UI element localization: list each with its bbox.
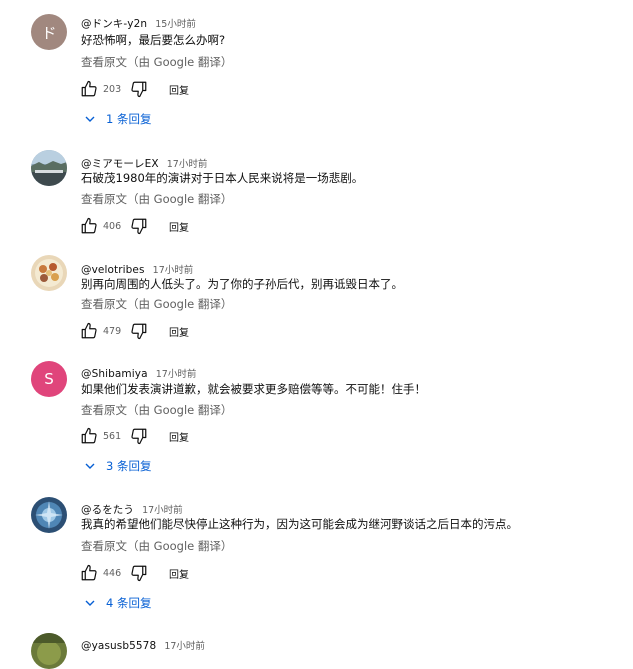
translate-toggle[interactable]: 查看原文（由 Google 翻译）: [81, 54, 232, 70]
thumbs-down-icon: [131, 428, 147, 445]
dislike-button[interactable]: [129, 426, 149, 446]
comment-time[interactable]: 15小时前: [155, 19, 196, 30]
thumbs-up-icon: [81, 322, 97, 339]
translate-toggle[interactable]: 查看原文（由 Google 翻译）: [81, 296, 232, 312]
thumbs-up-icon: [81, 80, 97, 97]
chevron-down-icon: [84, 460, 96, 472]
like-count: 203: [103, 83, 122, 95]
dislike-button[interactable]: [129, 563, 149, 583]
thumbs-up-icon: [81, 564, 97, 581]
comment-author[interactable]: @yasusb5578: [81, 640, 156, 652]
comment-time[interactable]: 17小时前: [156, 369, 197, 380]
avatar-image: [31, 150, 67, 186]
thumbs-down-icon: [131, 565, 147, 582]
reply-button[interactable]: 回复: [169, 324, 189, 339]
like-count: 479: [103, 325, 122, 337]
avatar[interactable]: [31, 255, 67, 291]
comment-author[interactable]: @Shibamiya: [81, 368, 148, 380]
comment-author[interactable]: @るをたう: [81, 504, 134, 516]
comment-text: 我真的希望他们能尽快停止这种行为，因为这可能会成为继河野谈话之后日本的污点。: [81, 517, 518, 531]
comment-author[interactable]: @ドンキ-y2n: [81, 18, 147, 30]
avatar-image: [31, 633, 67, 669]
dislike-button[interactable]: [129, 321, 149, 341]
avatar[interactable]: S: [31, 361, 67, 397]
comment-time[interactable]: 17小时前: [164, 641, 205, 652]
avatar-image: [31, 497, 67, 533]
comment-text: 石破茂1980年的演讲对于日本人民来说将是一场悲剧。: [81, 171, 364, 185]
dislike-button[interactable]: [129, 79, 149, 99]
like-button[interactable]: [79, 563, 99, 583]
avatar[interactable]: [31, 497, 67, 533]
like-count: 446: [103, 567, 122, 579]
translate-toggle[interactable]: 查看原文（由 Google 翻译）: [81, 402, 232, 418]
comment-text: 好恐怖啊，最后要怎么办啊?: [81, 33, 226, 47]
avatar[interactable]: [31, 150, 67, 186]
comment-time[interactable]: 17小时前: [142, 505, 183, 516]
thumbs-down-icon: [131, 323, 147, 340]
reply-button[interactable]: 回复: [169, 566, 189, 581]
thumbs-up-icon: [81, 427, 97, 444]
like-count: 406: [103, 220, 122, 232]
chevron-down-icon: [84, 597, 96, 609]
dislike-button[interactable]: [129, 216, 149, 236]
replies-toggle[interactable]: 3 条回复: [84, 458, 151, 474]
reply-button[interactable]: 回复: [169, 429, 189, 444]
replies-count: 4 条回复: [106, 596, 152, 610]
like-count: 561: [103, 430, 122, 442]
avatar[interactable]: [31, 633, 67, 669]
comment-time[interactable]: 17小时前: [153, 265, 194, 276]
avatar-letter: ド: [41, 23, 57, 42]
like-button[interactable]: [79, 426, 99, 446]
avatar-image: [31, 255, 67, 291]
translate-toggle[interactable]: 查看原文（由 Google 翻译）: [81, 538, 232, 554]
comment-text: 如果他们发表演讲道歉，就会被要求更多赔偿等等。不可能！住手！: [81, 382, 426, 396]
replies-toggle[interactable]: 4 条回复: [84, 595, 151, 611]
thumbs-down-icon: [131, 218, 147, 235]
like-button[interactable]: [79, 216, 99, 236]
thumbs-down-icon: [131, 81, 147, 98]
replies-count: 3 条回复: [106, 459, 152, 473]
comment-time[interactable]: 17小时前: [167, 159, 208, 170]
replies-toggle[interactable]: 1 条回复: [84, 111, 151, 127]
reply-button[interactable]: 回复: [169, 82, 189, 97]
comment-text: 别再向周围的人低头了。为了你的子孙后代，别再诋毁日本了。: [81, 277, 403, 291]
chevron-down-icon: [84, 113, 96, 125]
avatar-letter: S: [44, 370, 54, 388]
replies-count: 1 条回复: [106, 112, 152, 126]
like-button[interactable]: [79, 321, 99, 341]
avatar[interactable]: ド: [31, 14, 67, 50]
comment-author[interactable]: @ミアモーレEX: [81, 158, 159, 170]
thumbs-up-icon: [81, 217, 97, 234]
comment-author[interactable]: @velotribes: [81, 264, 145, 276]
translate-toggle[interactable]: 查看原文（由 Google 翻译）: [81, 191, 232, 207]
reply-button[interactable]: 回复: [169, 219, 189, 234]
like-button[interactable]: [79, 79, 99, 99]
